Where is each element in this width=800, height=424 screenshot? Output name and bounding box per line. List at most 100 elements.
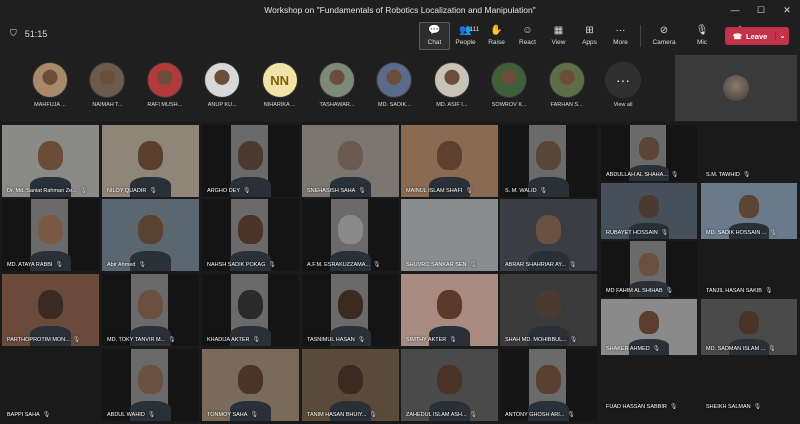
participant-avatar-item[interactable]: MD. SADIK... — [366, 62, 422, 108]
video-tile[interactable]: S. M. WALID 🎙 — [500, 125, 597, 197]
video-tile[interactable]: TANIM HASAN BHUIY... 🎙 — [302, 349, 399, 421]
video-tile[interactable]: NILOY QUADIR 🎙 — [102, 125, 199, 197]
video-tile[interactable]: Dr. Md. Saniat Rahman Ze... 🎙 — [2, 125, 99, 197]
view-all-button[interactable]: ··· View all — [595, 62, 651, 108]
mic-off-icon: 🎙 — [539, 188, 548, 194]
participant-face — [437, 364, 462, 395]
video-tile[interactable]: MD FAHIM AL SHIHAB 🎙 — [601, 241, 697, 297]
participant-name: RUBAYET HOSSAIN — [606, 229, 658, 236]
participant-name: ABDUL WAHID — [107, 411, 145, 418]
video-tile[interactable]: S.M. TAWHID 🎙 — [701, 125, 797, 181]
mic-off-icon: 🎙 — [665, 288, 674, 294]
participant-avatar-item[interactable]: RAFI MUSH... — [137, 62, 193, 108]
minimize-icon[interactable]: — — [722, 0, 748, 20]
toolbar-people-button[interactable]: 👥 111 People — [450, 22, 481, 50]
participant-face — [739, 311, 759, 335]
mic-off-icon: 🎙 — [567, 412, 576, 418]
participant-name: MAHFUJA ... — [34, 102, 66, 108]
self-view[interactable] — [675, 55, 797, 121]
video-tile[interactable]: ARGHO DEY 🎙 — [202, 125, 299, 197]
chat-icon: 💬 — [428, 25, 441, 36]
video-tile[interactable]: SNEHASISH SAHA 🎙 — [302, 125, 399, 197]
phone-hangup-icon: ☎ — [732, 31, 743, 41]
video-tile[interactable]: TANJIL HASAN SAKIB 🎙 — [701, 241, 797, 297]
video-tile[interactable]: ANTONY GHOSH ARI... 🎙 — [500, 349, 597, 421]
avatar — [146, 62, 183, 98]
video-tile[interactable]: SHUVRO SANKAR SEN 🎙 — [401, 199, 498, 271]
video-tile[interactable]: A.F.M. ESRAKUZZAMA... 🎙 — [302, 199, 399, 271]
toolbar-view-button[interactable]: ▦ View — [543, 22, 574, 50]
video-tile[interactable]: MD. SADMAN ISLAM ... 🎙 — [701, 299, 797, 355]
video-tile[interactable]: ABRAR SHAHRIAR AY... 🎙 — [500, 199, 597, 271]
tile-label: MD. TOKY TANVIR M... 🎙 — [107, 336, 176, 344]
participant-name: SHAH MD. MOHIBBUL... — [505, 336, 567, 343]
mic-off-icon: 🎙 — [769, 230, 778, 236]
close-icon[interactable]: ✕ — [774, 0, 800, 20]
video-tile[interactable]: RUBAYET HOSSAIN 🎙 — [601, 183, 697, 239]
tile-label: SHAKER AHMED 🎙 — [606, 345, 660, 353]
participant-face — [536, 140, 561, 171]
participant-name: MD FAHIM AL SHIHAB — [606, 287, 663, 294]
participant-avatar-item[interactable]: MD. ASIF I... — [424, 62, 480, 108]
video-tile[interactable]: KHADIJA AKTER 🎙 — [202, 274, 299, 346]
avatar — [433, 62, 470, 98]
video-tile[interactable]: SHAH MD. MOHIBBUL... 🎙 — [500, 274, 597, 346]
toolbar-more-button[interactable]: ··· More — [605, 22, 636, 50]
leave-button[interactable]: ☎ Leave ⌄ — [725, 27, 789, 45]
participant-avatar-item[interactable]: ANUP KU... — [194, 62, 250, 108]
video-tile[interactable]: ABDUL WAHID 🎙 — [102, 349, 199, 421]
video-tile[interactable]: SHAKER AHMED 🎙 — [601, 299, 697, 355]
participant-name: TANJIL HASAN SAKIB — [706, 287, 762, 294]
toolbar-react-button[interactable]: ☺ React — [512, 22, 543, 50]
video-tile[interactable]: ZAHEDUL ISLAM ASH... 🎙 — [401, 349, 498, 421]
toolbar-label: Apps — [582, 39, 597, 46]
video-tile[interactable]: ABDULLAH AL SHAHA... 🎙 — [601, 125, 697, 181]
participant-avatar-item[interactable]: TASHAWAR... — [309, 62, 365, 108]
tile-label: SNEHASISH SAHA 🎙 — [307, 187, 366, 195]
avatar — [319, 62, 355, 98]
video-tile[interactable]: SIMTHY AKTER 🎙 — [401, 274, 498, 346]
toolbar-apps-button[interactable]: ⊞ Apps — [574, 22, 605, 50]
video-tile[interactable]: Abir Ahmed 🎙 — [102, 199, 199, 271]
participant-name: Dr. Md. Saniat Rahman Ze... — [7, 187, 77, 194]
chevron-down-icon[interactable]: ⌄ — [775, 32, 789, 40]
toolbar-mic-button[interactable]: 🎙 Mic — [683, 22, 721, 50]
participant-avatar-item[interactable]: NN NIHARIKA ... — [252, 62, 308, 108]
video-tile[interactable]: SHEIKH SALMAN 🎙 — [701, 357, 797, 413]
participant-avatar-item[interactable]: NAIMAH T... — [79, 62, 135, 108]
participant-face — [238, 214, 263, 245]
toolbar-chat-button[interactable]: 💬 Chat — [419, 22, 450, 50]
toolbar-label: Chat — [427, 39, 442, 46]
tile-label: ABRAR SHAHRIAR AY... 🎙 — [505, 261, 577, 269]
participant-name: SHUVRO SANKAR SEN — [406, 261, 467, 268]
toolbar-raise-button[interactable]: ✋ Raise — [481, 22, 512, 50]
maximize-icon[interactable]: ☐ — [748, 0, 774, 20]
video-tile[interactable]: TONMOY SAHA 🎙 — [202, 349, 299, 421]
participant-face — [536, 289, 561, 320]
video-tile[interactable]: TASNIMUL HASAN 🎙 — [302, 274, 399, 346]
video-tile[interactable]: NAHSH SADIK POKAG 🎙 — [202, 199, 299, 271]
tile-label: Dr. Md. Saniat Rahman Ze... 🎙 — [7, 187, 87, 195]
mic-off-icon: 🎙 — [742, 172, 751, 178]
video-tile[interactable]: MD. TOKY TANVIR M... 🎙 — [102, 274, 199, 346]
video-tile[interactable]: PARTHOPROTIM MON... 🎙 — [2, 274, 99, 346]
tile-label: TANIM HASAN BHUIY... 🎙 — [307, 411, 377, 419]
participant-avatar-item[interactable]: MAHFUJA ... — [22, 62, 78, 108]
title-bar: Workshop on "Fundamentals of Robotics Lo… — [0, 0, 800, 20]
video-tile[interactable]: MD. ATAYA RABBI 🎙 — [2, 199, 99, 271]
participant-avatar-item[interactable]: FARHAN S... — [539, 62, 595, 108]
avatar — [491, 62, 528, 98]
video-tile[interactable]: MD. SADIK HOSSAIN ... 🎙 — [701, 183, 797, 239]
tile-label: SHAH MD. MOHIBBUL... 🎙 — [505, 336, 577, 344]
tile-label: ABDULLAH AL SHAHA... 🎙 — [606, 171, 678, 179]
participant-face — [138, 140, 163, 171]
toolbar-camera-button[interactable]: ⊘ Camera — [645, 22, 683, 50]
video-tile[interactable]: BAPPI SAHA 🎙 — [2, 349, 99, 421]
participant-avatar-item[interactable]: SOWROV K... — [481, 62, 537, 108]
video-tile[interactable]: FUAD HASSAN SABBIR 🎙 — [601, 357, 697, 413]
participant-name: NAIMAH T... — [92, 102, 123, 108]
toolbar-buttons: 💬 Chat 👥 111 People ✋ Raise ☺ React ▦ View ⊞ Apps ···… — [419, 22, 759, 50]
video-tile[interactable]: MAINUL ISLAM SHAFI 🎙 — [401, 125, 498, 197]
participant-name: MD. ASIF I... — [436, 102, 468, 108]
view-icon: ▦ — [553, 25, 564, 36]
